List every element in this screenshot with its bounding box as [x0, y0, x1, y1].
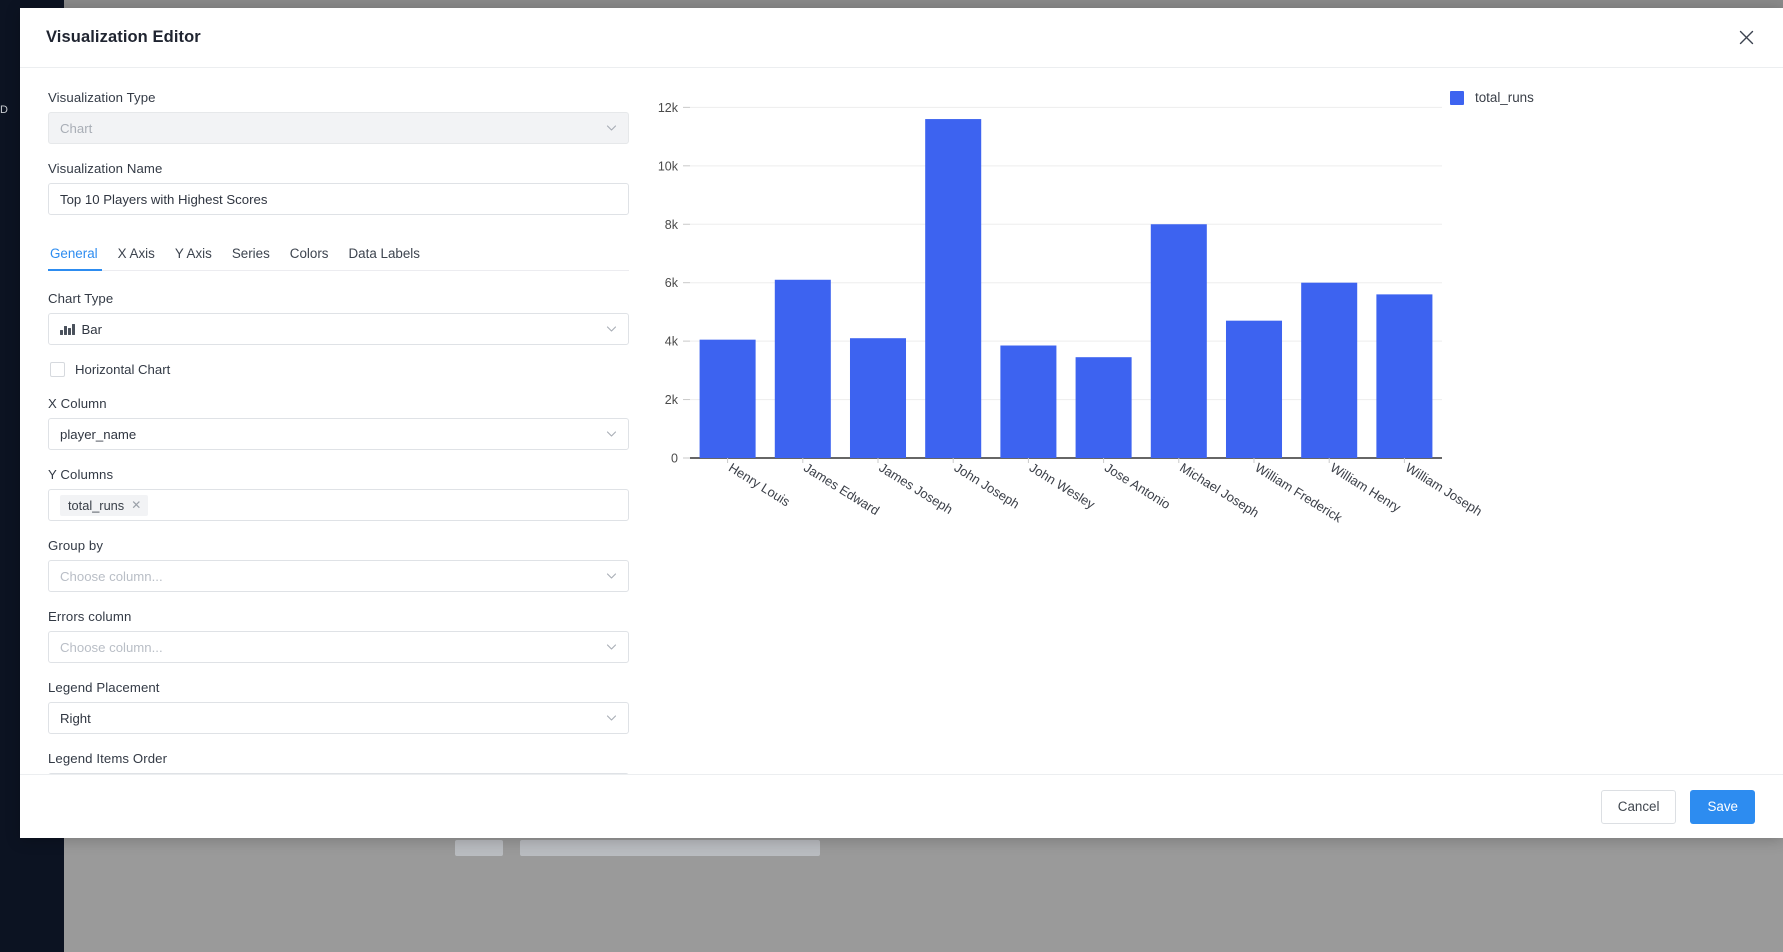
- chart-legend: total_runs: [1450, 90, 1534, 105]
- tab-general[interactable]: General: [48, 246, 108, 271]
- chart-type-value: Bar: [81, 321, 103, 337]
- errors-column-select[interactable]: Choose column...: [48, 631, 629, 663]
- visualization-name-label: Visualization Name: [48, 161, 163, 176]
- bar-chart-icon: [60, 323, 75, 335]
- legend-swatch-total-runs[interactable]: [1450, 90, 1464, 105]
- group-by-label: Group by: [48, 538, 104, 553]
- svg-text:0: 0: [671, 452, 678, 466]
- legend-items-order-label: Legend Items Order: [48, 751, 168, 766]
- legend-placement-label: Legend Placement: [48, 680, 160, 695]
- bar-chart: 0 2k 4k 6k 8k 10k 12k Henry Louis James EdwardJa…: [658, 101, 1485, 526]
- group-by-placeholder: Choose column...: [60, 568, 163, 584]
- modal-header: Visualization Editor: [20, 8, 1783, 68]
- svg-text:John Joseph: John Joseph: [952, 460, 1022, 512]
- y-columns-select[interactable]: total_runs ✕: [48, 489, 629, 521]
- modal-body: Visualization Type Chart Visualization N…: [20, 68, 1783, 774]
- tab-y-axis[interactable]: Y Axis: [165, 246, 222, 270]
- svg-text:4k: 4k: [665, 335, 679, 349]
- visualization-name-field: Visualization Name Top 10 Players with H…: [48, 161, 629, 215]
- background-page-lower: [64, 830, 1783, 952]
- legend-placement-value: Right: [60, 710, 91, 726]
- chart-type-field: Chart Type Bar: [48, 291, 629, 345]
- visualization-type-value: Chart: [60, 120, 93, 136]
- svg-text:William Joseph: William Joseph: [1403, 460, 1485, 519]
- background-row-placeholder-a: [455, 840, 503, 856]
- legend-placement-select[interactable]: Right: [48, 702, 629, 734]
- errors-column-label: Errors column: [48, 609, 132, 624]
- horizontal-chart-checkbox[interactable]: [50, 362, 65, 377]
- svg-text:William Henry: William Henry: [1328, 460, 1404, 515]
- legend-items-order-select[interactable]: Normal: [48, 773, 629, 774]
- group-by-select[interactable]: Choose column...: [48, 560, 629, 592]
- background-row-placeholder-b: [520, 840, 820, 856]
- remove-chip-icon[interactable]: ✕: [131, 499, 141, 511]
- svg-text:Michael Joseph: Michael Joseph: [1177, 460, 1262, 521]
- visualization-editor-modal: Visualization Editor Visualization Type …: [20, 8, 1783, 838]
- chevron-down-icon: [606, 642, 617, 653]
- close-icon[interactable]: [1731, 23, 1761, 53]
- horizontal-chart-label[interactable]: Horizontal Chart: [75, 362, 170, 377]
- page-title: Visualization Editor: [46, 28, 201, 46]
- svg-text:6k: 6k: [665, 276, 679, 290]
- chart-type-label: Chart Type: [48, 291, 114, 306]
- y-columns-label: Y Columns: [48, 467, 114, 482]
- svg-text:Jose Antonio: Jose Antonio: [1102, 460, 1173, 512]
- visualization-name-input[interactable]: Top 10 Players with Highest Scores: [48, 183, 629, 215]
- svg-text:James Joseph: James Joseph: [876, 460, 955, 517]
- x-column-value: player_name: [60, 426, 137, 442]
- chevron-down-icon: [606, 571, 617, 582]
- svg-text:10k: 10k: [658, 159, 679, 173]
- chevron-down-icon: [606, 324, 617, 335]
- y-columns-field: Y Columns total_runs ✕: [48, 467, 629, 521]
- chart-preview-pane: 0 2k 4k 6k 8k 10k 12k Henry Louis James Edward Ja…: [632, 68, 1783, 774]
- y-column-chip-label: total_runs: [68, 497, 125, 513]
- visualization-type-select: Chart: [48, 112, 629, 144]
- visualization-type-label: Visualization Type: [48, 90, 156, 105]
- svg-text:John Wesley: John Wesley: [1027, 460, 1098, 512]
- legend-placement-field: Legend Placement Right: [48, 680, 629, 734]
- settings-tabs: General X Axis Y Axis Series Colors Data…: [48, 237, 629, 271]
- svg-text:Henry Louis: Henry Louis: [726, 460, 793, 510]
- svg-text:12k: 12k: [658, 101, 679, 115]
- x-column-label: X Column: [48, 396, 107, 411]
- svg-text:8k: 8k: [665, 218, 679, 232]
- chart-type-select[interactable]: Bar: [48, 313, 629, 345]
- chevron-down-icon: [606, 123, 617, 134]
- chevron-down-icon: [606, 713, 617, 724]
- horizontal-chart-field: Horizontal Chart: [50, 362, 606, 377]
- visualization-type-field: Visualization Type Chart: [48, 90, 629, 144]
- tab-x-axis[interactable]: X Axis: [108, 246, 165, 270]
- svg-text:James Edward: James Edward: [801, 460, 882, 518]
- visualization-name-value: Top 10 Players with Highest Scores: [60, 191, 268, 207]
- chevron-down-icon: [606, 429, 617, 440]
- background-obscured-text: D: [0, 104, 9, 116]
- tab-series[interactable]: Series: [222, 246, 280, 270]
- y-column-chip: total_runs ✕: [60, 494, 149, 516]
- svg-text:2k: 2k: [665, 393, 679, 407]
- errors-column-placeholder: Choose column...: [60, 639, 163, 655]
- tab-colors[interactable]: Colors: [280, 246, 339, 270]
- legend-label-total-runs: total_runs: [1475, 90, 1534, 105]
- x-column-select[interactable]: player_name: [48, 418, 629, 450]
- group-by-field: Group by Choose column...: [48, 538, 629, 592]
- settings-pane: Visualization Type Chart Visualization N…: [20, 68, 632, 774]
- x-column-field: X Column player_name: [48, 396, 629, 450]
- errors-column-field: Errors column Choose column...: [48, 609, 629, 663]
- legend-items-order-field: Legend Items Order Normal: [48, 751, 629, 774]
- tab-data-labels[interactable]: Data Labels: [339, 246, 430, 270]
